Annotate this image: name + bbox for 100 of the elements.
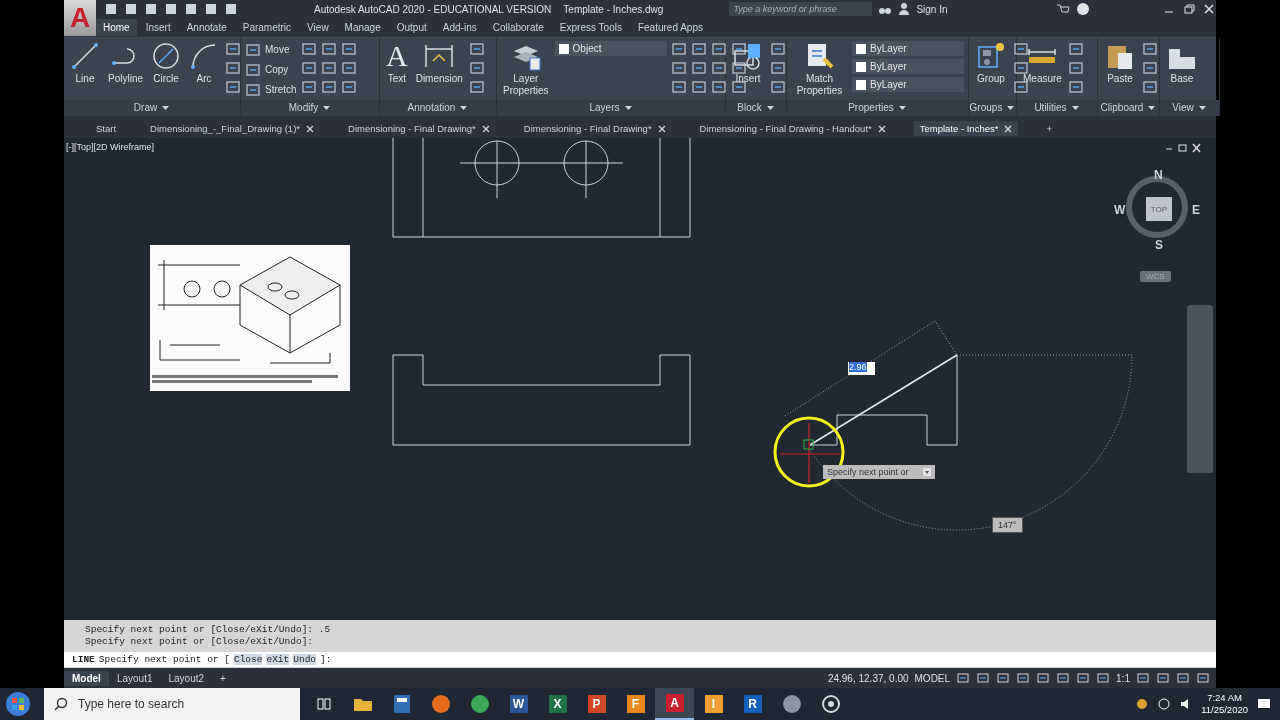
dropdown[interactable]: ByLayer (852, 59, 964, 74)
taskbar-app[interactable]: P (577, 688, 616, 720)
text-icon: A (386, 41, 408, 71)
quick-access-icon (204, 2, 218, 16)
view-cube-face[interactable]: TOP (1146, 197, 1172, 221)
tool-button[interactable]: Layer Properties (501, 41, 551, 97)
new-tab-button[interactable]: + (1040, 121, 1058, 136)
compass-label[interactable]: N (1154, 168, 1163, 182)
arrow-down-icon (922, 468, 931, 476)
search-field[interactable]: Type a keyword or phrase (729, 2, 873, 16)
ribbon-tab[interactable]: Manage (337, 19, 388, 36)
calculator-icon (393, 695, 410, 713)
tool-button[interactable]: Stretch (245, 81, 297, 98)
ribbon-tab[interactable]: Insert (138, 19, 178, 36)
panel-title[interactable]: Utilities (1017, 100, 1097, 116)
document-tab[interactable]: Dimensioning - Final Drawing* (342, 121, 496, 136)
panel-title[interactable]: Modify (241, 100, 379, 116)
document-tab[interactable]: Template - Inches* (913, 121, 1019, 136)
quick-access-icon (144, 2, 158, 16)
caret-icon (1147, 105, 1157, 111)
length-input[interactable]: 2.96 (848, 362, 875, 375)
panel-title[interactable]: Properties (787, 100, 968, 116)
close-icon (481, 124, 490, 133)
start-orb-icon (5, 691, 31, 717)
close-icon (1004, 124, 1013, 133)
compass-label[interactable]: W (1114, 203, 1126, 217)
taskbar-app[interactable]: X (538, 688, 577, 720)
caret-icon (322, 105, 332, 111)
document-tab[interactable]: Dimensioning - Final Drawing* (517, 121, 672, 136)
compass-label[interactable]: E (1192, 203, 1200, 217)
tool-button[interactable]: Circle (149, 41, 184, 85)
panel-title[interactable]: Annotation (380, 100, 496, 116)
tool-button[interactable]: Copy (245, 61, 297, 78)
search-icon (54, 697, 68, 711)
panel-title[interactable]: View (1160, 100, 1219, 116)
dropdown[interactable]: ByLayer (852, 41, 964, 56)
command-tooltip: Specify next point or (823, 465, 935, 479)
layout-tab[interactable]: Layout1 (108, 670, 161, 686)
document-tab[interactable]: Dimensioning_-_Final_Drawing (1)* (144, 121, 321, 136)
taskbar-search-field[interactable]: Type here to search (44, 688, 300, 720)
layout-tab[interactable]: Layout2 (160, 670, 213, 686)
restore-icon[interactable] (1182, 2, 1196, 16)
viewport-label[interactable]: [-][Top][2D Wireframe] (66, 142, 155, 152)
annotation-scale[interactable]: 1:1 (1116, 672, 1130, 684)
round-app-icon (430, 694, 451, 714)
tool-button[interactable]: Line (68, 41, 102, 85)
new-layout-button[interactable]: + (212, 670, 234, 686)
dropdown[interactable]: ByLayer (852, 77, 964, 92)
close-icon (657, 124, 666, 133)
tool-button[interactable]: Polyline (106, 41, 146, 85)
clock-time: 7:24 AM (1207, 692, 1242, 704)
sign-in-link[interactable]: Sign In (916, 3, 948, 15)
tool-button[interactable]: A Text (384, 41, 410, 85)
panel-title[interactable]: Groups (969, 100, 1016, 116)
taskbar-app[interactable]: R (733, 688, 772, 720)
caret-icon (897, 105, 907, 111)
ribbon-tab[interactable]: Home (96, 19, 137, 36)
tool-button[interactable]: Arc (187, 41, 222, 85)
tray-icon (1135, 697, 1150, 711)
tool-button[interactable]: Paste (1102, 41, 1138, 85)
ribbon-tab[interactable]: Express Tools (552, 19, 629, 36)
circle-icon (151, 41, 182, 71)
caret-icon (1006, 105, 1016, 111)
cart-icon[interactable] (1056, 2, 1070, 16)
close-icon (306, 124, 315, 133)
tool-button[interactable]: Base (1164, 41, 1200, 85)
layout-tab[interactable]: Model (64, 670, 109, 686)
caret-icon (1070, 105, 1080, 111)
tool-button[interactable]: Match Properties (791, 41, 848, 97)
ribbon-tab[interactable]: Collaborate (485, 19, 551, 36)
panel-title[interactable]: Clipboard (1098, 100, 1159, 116)
ribbon-tab[interactable]: Add-ins (435, 19, 484, 36)
caret-icon (765, 105, 775, 111)
close-icon (877, 124, 886, 133)
close-icon[interactable] (1202, 2, 1216, 16)
ribbon-tab[interactable]: Output (389, 19, 434, 36)
space-toggle[interactable]: MODEL (914, 672, 951, 684)
line-icon (70, 41, 100, 71)
document-tab[interactable]: Dimensioning - Final Drawing - Handout* (693, 121, 892, 136)
ribbon-tab[interactable]: Annotate (179, 19, 234, 36)
dropdown[interactable]: Object (554, 41, 667, 56)
taskbar-app[interactable]: A (655, 688, 694, 720)
panel-title[interactable]: Draw (64, 100, 240, 116)
panel-title[interactable]: Layers (497, 100, 725, 116)
tool-button[interactable]: Dimension (413, 41, 465, 85)
tool-button[interactable]: Group (973, 41, 1009, 85)
taskbar-app[interactable]: W (499, 688, 538, 720)
document-tab[interactable]: Start (90, 121, 123, 136)
ribbon-tab[interactable]: View (300, 19, 336, 36)
task-view-icon (315, 696, 332, 712)
command-history-line: Specify next point or [Close/eXit/Undo]: (85, 636, 315, 647)
panel-title[interactable]: Block (726, 100, 786, 116)
ribbon-tab[interactable]: Parametric (235, 19, 299, 36)
ribbon-tab[interactable]: Featured Apps (630, 19, 710, 36)
tool-button[interactable]: Move (245, 41, 297, 58)
tool-button[interactable]: Insert (730, 41, 766, 85)
compass-label[interactable]: S (1155, 238, 1163, 252)
tool-button[interactable]: Measure (1021, 41, 1064, 85)
ring-icon (820, 694, 841, 714)
quick-access-icon (104, 2, 118, 16)
